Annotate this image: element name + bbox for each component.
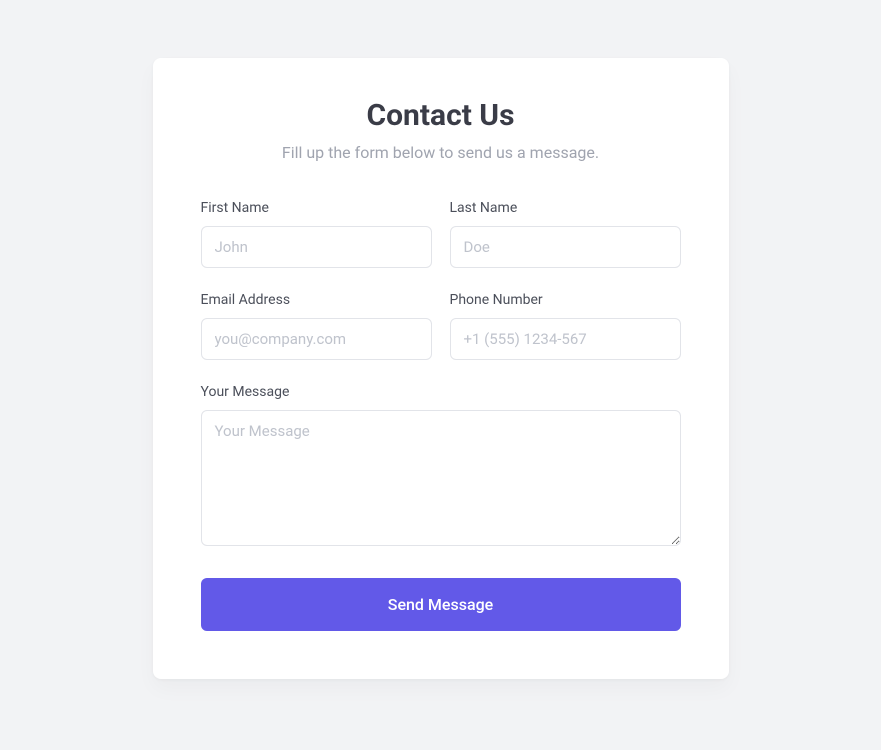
email-label: Email Address — [201, 292, 432, 308]
field-phone: Phone Number — [450, 292, 681, 360]
message-textarea[interactable] — [201, 410, 681, 546]
row-contact: Email Address Phone Number — [201, 292, 681, 360]
page-title: Contact Us — [201, 98, 681, 133]
field-message: Your Message — [201, 384, 681, 546]
last-name-label: Last Name — [450, 200, 681, 216]
field-email: Email Address — [201, 292, 432, 360]
first-name-input[interactable] — [201, 226, 432, 268]
row-name: First Name Last Name — [201, 200, 681, 268]
email-input[interactable] — [201, 318, 432, 360]
field-first-name: First Name — [201, 200, 432, 268]
page-subtitle: Fill up the form below to send us a mess… — [201, 143, 681, 162]
message-label: Your Message — [201, 384, 681, 400]
first-name-label: First Name — [201, 200, 432, 216]
field-last-name: Last Name — [450, 200, 681, 268]
send-message-button[interactable]: Send Message — [201, 578, 681, 631]
contact-card: Contact Us Fill up the form below to sen… — [153, 58, 729, 679]
phone-input[interactable] — [450, 318, 681, 360]
last-name-input[interactable] — [450, 226, 681, 268]
phone-label: Phone Number — [450, 292, 681, 308]
